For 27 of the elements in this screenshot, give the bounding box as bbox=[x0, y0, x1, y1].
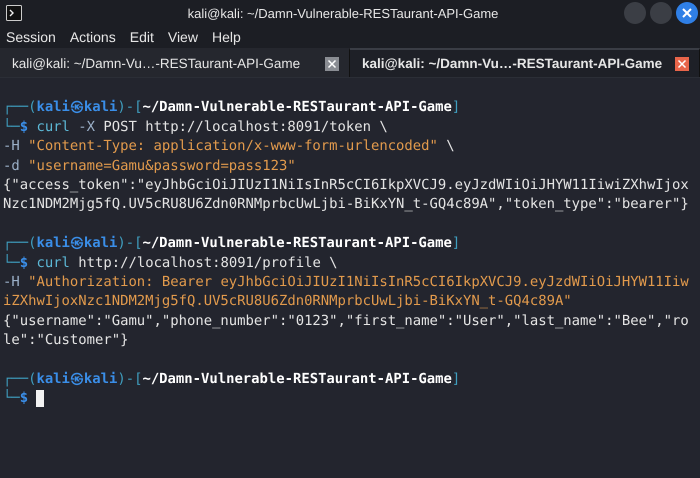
menu-item[interactable]: View bbox=[168, 29, 198, 45]
menu-item[interactable]: Session bbox=[6, 29, 56, 45]
tab-close-icon[interactable] bbox=[325, 56, 339, 70]
output-text: Nzc1NDM2Mjg5fQ.UV5cRU8U6Zdn0RNMprbcUwLjbi-BiKxYN_t-GQ4c89A","token_type":"bearer"} bbox=[3, 195, 689, 214]
close-button[interactable] bbox=[676, 2, 698, 24]
prompt-line: ┌──(kali㉿kali)-[~/Damn-Vulnerable-RESTaurant-API-Game] bbox=[3, 370, 460, 389]
close-icon bbox=[682, 8, 692, 18]
prompt-line: ┌──(kali㉿kali)-[~/Damn-Vulnerable-RESTaurant-API-Game] bbox=[3, 234, 460, 254]
output-text: le":"Customer"} bbox=[3, 331, 128, 350]
output-text: {"access_token":"eyJhbGciOiJIUzI1NiIsInR5cCI6IkpXVCJ9.eyJzdWIiOiJHYW11IiwiZXhwIjox bbox=[3, 176, 689, 195]
command-line: -H "Authorization: Bearer eyJhbGciOiJIUzI1NiIsInR5cCI6IkpXVCJ9.eyJzdWIiOiJHYW11Iiw bbox=[3, 272, 689, 292]
command-line: └─$ bbox=[3, 389, 28, 408]
window-title: kali@kali: ~/Damn-Vulnerable-RESTaurant-API-Game bbox=[186, 6, 500, 20]
tab[interactable]: kali@kali: ~/Damn-Vu…-RESTaurant-API-Game bbox=[350, 48, 700, 77]
menu-item[interactable]: Help bbox=[212, 29, 241, 45]
command-line: -H "Content-Type: application/x-www-form-urlencoded" \ bbox=[3, 137, 455, 156]
terminal-icon bbox=[6, 5, 22, 21]
tab[interactable]: kali@kali: ~/Damn-Vu…-RESTaurant-API-Game bbox=[0, 48, 350, 77]
command-line: iZXhwIjoxNzc1NDM2Mjg5fQ.UV5cRU8U6Zdn0RNMprbcUwLjbi-BiKxYN_t-GQ4c89A" bbox=[3, 292, 572, 312]
command-line: └─$ curl -X POST http://localhost:8091/token \ bbox=[3, 118, 388, 137]
menu-item[interactable]: Actions bbox=[70, 29, 116, 45]
menu-item[interactable]: Edit bbox=[130, 29, 154, 45]
command-line: └─$ curl http://localhost:8091/profile \ bbox=[3, 254, 338, 273]
command-line: -d "username=Gamu&password=pass123" bbox=[3, 156, 296, 176]
tab-close-icon[interactable] bbox=[675, 56, 689, 70]
prompt-line: ┌──(kali㉿kali)-[~/Damn-Vulnerable-RESTaurant-API-Game] bbox=[3, 98, 460, 118]
output-text: {"username":"Gamu","phone_number":"0123","first_name":"User","last_name":"Bee","ro bbox=[3, 312, 689, 331]
